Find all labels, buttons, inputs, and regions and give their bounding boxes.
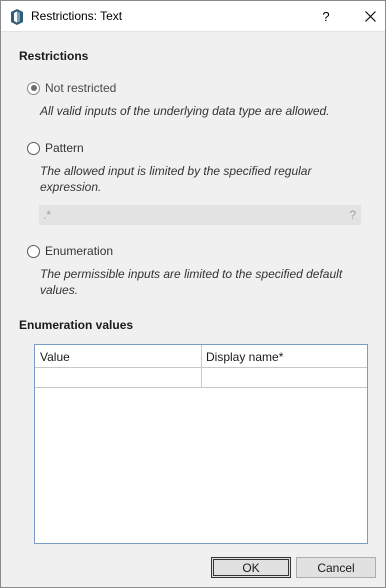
pattern-option[interactable]: Pattern [27,140,84,156]
not-restricted-option[interactable]: Not restricted [27,80,116,96]
enumeration-radio[interactable] [27,244,40,258]
pattern-help-icon[interactable]: ? [349,208,356,222]
pattern-description: The allowed input is limited by the spec… [40,164,312,194]
enumeration-values-table: Value Display name* [34,344,368,544]
pattern-label: Pattern [45,141,84,155]
restrictions-dialog: Restrictions: Text ? Restrictions Not re… [0,0,386,588]
not-restricted-radio[interactable] [27,81,40,95]
pattern-input-placeholder: .* [43,208,52,222]
app-logo-icon [11,9,23,25]
ok-button[interactable]: OK [211,557,291,578]
not-restricted-description: All valid inputs of the underlying data … [40,104,330,118]
close-icon [364,11,376,22]
enumeration-values-heading: Enumeration values [19,318,134,332]
pattern-radio[interactable] [27,141,40,155]
enumeration-description: The permissible inputs are limited to th… [40,267,343,297]
cancel-button[interactable]: Cancel [296,557,376,578]
not-restricted-label: Not restricted [45,81,117,95]
window-title: Restrictions: Text [31,9,123,23]
close-button[interactable] [355,1,385,32]
restrictions-heading: Restrictions [19,49,89,63]
column-divider [201,345,202,388]
pattern-input[interactable]: .* ? [39,205,361,225]
column-header-value[interactable]: Value [40,350,70,364]
help-button[interactable]: ? [311,1,341,32]
enumeration-label: Enumeration [45,244,114,258]
title-bar: Restrictions: Text ? [1,1,385,32]
help-label: ? [322,9,330,24]
column-header-display-name[interactable]: Display name* [206,350,283,364]
enumeration-option[interactable]: Enumeration [27,243,113,259]
